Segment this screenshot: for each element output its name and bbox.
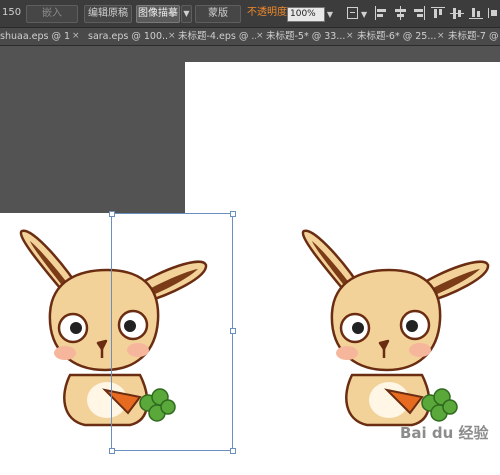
align-top-icon[interactable] — [431, 6, 445, 20]
align-left-icon[interactable] — [374, 6, 388, 20]
close-icon[interactable]: × — [437, 28, 445, 45]
tab-sara[interactable]: sara.eps @ 100... — [88, 28, 168, 46]
image-trace-dropdown-icon[interactable]: ▼ — [181, 5, 192, 23]
align-center-horizontal-icon[interactable] — [393, 6, 407, 20]
tab-untitled-5[interactable]: 未标题-5* @ 33... — [266, 28, 346, 46]
opacity-input[interactable]: 100% — [287, 7, 325, 22]
selection-handle[interactable] — [230, 328, 236, 334]
opacity-label[interactable]: 不透明度 — [247, 5, 287, 23]
close-icon[interactable]: × — [256, 28, 264, 45]
left-value-text: 150 — [2, 7, 22, 18]
selection-handle[interactable] — [109, 211, 115, 217]
align-bottom-icon[interactable] — [469, 6, 483, 20]
document-tab-bar: shuaa.eps @ 10... × sara.eps @ 100... × … — [0, 28, 500, 46]
tab-untitled-6[interactable]: 未标题-6* @ 25... — [357, 28, 437, 46]
embed-button[interactable]: 嵌入 — [26, 5, 78, 23]
close-icon[interactable]: × — [346, 28, 354, 45]
transform-dropdown-icon[interactable]: ▼ — [361, 7, 367, 25]
align-center-vertical-icon[interactable] — [450, 6, 464, 20]
distribute-icon[interactable] — [487, 6, 500, 20]
align-right-icon[interactable] — [412, 6, 426, 20]
edit-original-button[interactable]: 编辑原稿 — [84, 5, 132, 23]
mask-button[interactable]: 蒙版 — [195, 5, 241, 23]
selection-handle[interactable] — [230, 211, 236, 217]
close-icon[interactable]: × — [168, 28, 176, 45]
selection-bounding-box[interactable] — [111, 213, 233, 451]
tab-untitled-7[interactable]: 未标题-7 @ 100... — [448, 28, 500, 46]
rabbit-image-right — [301, 229, 490, 427]
image-trace-button[interactable]: 图像描摹 — [136, 5, 180, 23]
selection-handle[interactable] — [230, 448, 236, 454]
watermark-text: Bai du 经验 — [400, 424, 489, 442]
tab-shuaa[interactable]: shuaa.eps @ 10... — [0, 28, 70, 46]
control-panel-toolbar: 150 嵌入 编辑原稿 图像描摹 ▼ 蒙版 不透明度 100% ▼ ▼ — [0, 0, 500, 28]
transform-icon[interactable] — [346, 6, 360, 20]
tab-untitled-4[interactable]: 未标题-4.eps @ ... — [178, 28, 256, 46]
selection-handle[interactable] — [109, 448, 115, 454]
opacity-dropdown-icon[interactable]: ▼ — [326, 7, 334, 25]
close-icon[interactable]: × — [72, 28, 80, 45]
